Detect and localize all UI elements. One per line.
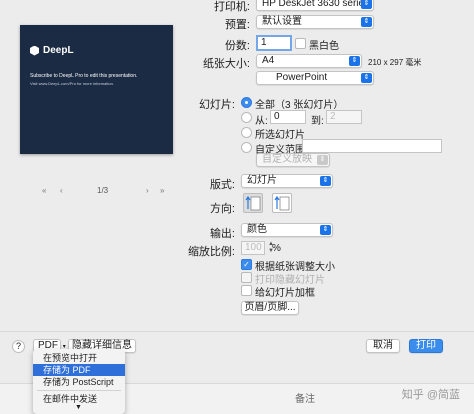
menu-item-save-pdf[interactable]: 存储为 PDF bbox=[33, 364, 125, 376]
chevron-updown-icon: ⇕ bbox=[317, 155, 328, 165]
chevron-updown-icon: ⇕ bbox=[361, 17, 372, 27]
slides-from-input[interactable]: 0 bbox=[270, 110, 306, 124]
slides-all-radio[interactable] bbox=[241, 97, 252, 108]
preview-line-2: Visit www.DeepL.com/Pro for more informa… bbox=[30, 81, 114, 86]
paper-select[interactable]: A4 ⇕ bbox=[256, 54, 362, 68]
first-page-icon[interactable]: « bbox=[42, 186, 46, 196]
slides-selected-label: 所选幻灯片 bbox=[255, 130, 305, 141]
watermark-text: 知乎 @简蓝 bbox=[401, 389, 460, 401]
slides-from-radio[interactable] bbox=[241, 112, 252, 123]
preset-label: 预置: bbox=[224, 19, 250, 31]
deepl-brand: DeepL bbox=[43, 45, 74, 56]
deepl-logo-icon bbox=[30, 45, 39, 56]
slides-custom-radio[interactable] bbox=[241, 142, 252, 153]
copies-label: 份数: bbox=[224, 40, 250, 52]
cancel-button[interactable]: 取消 bbox=[366, 339, 400, 353]
custom-show-value: 自定义放映 bbox=[262, 154, 312, 165]
layout-value: 幻灯片 bbox=[247, 175, 277, 186]
copies-input[interactable]: 1 bbox=[256, 35, 292, 51]
landscape-icon[interactable] bbox=[272, 193, 292, 213]
scale-label: 缩放比例: bbox=[187, 246, 235, 258]
bw-label: 黑白色 bbox=[309, 41, 339, 52]
paper-dims: 210 x 297 毫米 bbox=[368, 58, 422, 67]
output-value: 颜色 bbox=[247, 224, 267, 235]
slides-all-label: 全部（3 张幻灯片） bbox=[255, 100, 344, 111]
section-value: PowerPoint bbox=[276, 72, 328, 83]
menu-scroll-down-icon[interactable]: ▼ bbox=[75, 404, 82, 411]
paper-label: 纸张大小: bbox=[202, 58, 250, 70]
help-button[interactable]: ? bbox=[12, 340, 25, 353]
prev-page-icon[interactable]: ‹ bbox=[60, 186, 63, 196]
paper-value: A4 bbox=[262, 55, 275, 66]
printer-label: 打印机: bbox=[213, 1, 250, 13]
slides-label: 幻灯片: bbox=[198, 99, 235, 111]
chevron-updown-icon: ⇕ bbox=[349, 56, 360, 66]
header-footer-button[interactable]: 页眉/页脚... bbox=[241, 301, 299, 315]
next-page-icon[interactable]: › bbox=[146, 186, 149, 196]
last-page-icon[interactable]: » bbox=[160, 186, 164, 196]
preset-select[interactable]: 默认设置 ⇕ bbox=[256, 15, 374, 29]
scale-input[interactable]: 100 bbox=[241, 241, 265, 255]
printer-value: HP DeskJet 3630 series bbox=[262, 0, 370, 9]
layout-select[interactable]: 幻灯片 ⇕ bbox=[241, 174, 333, 188]
page-indicator: 1/3 bbox=[97, 186, 109, 195]
print-button[interactable]: 打印 bbox=[409, 339, 443, 353]
scale-unit: % bbox=[272, 243, 281, 254]
bw-checkbox[interactable] bbox=[295, 38, 306, 49]
slides-to-input[interactable]: 2 bbox=[326, 110, 362, 124]
slide-preview: DeepL Subscribe to DeepL Pro to edit thi… bbox=[20, 25, 173, 154]
slides-from-label: 从: bbox=[255, 116, 268, 127]
chevron-updown-icon: ⇕ bbox=[361, 0, 372, 9]
layout-label: 版式: bbox=[209, 179, 235, 191]
menu-separator bbox=[37, 390, 121, 391]
output-label: 输出: bbox=[209, 228, 235, 240]
custom-range-input[interactable] bbox=[302, 139, 442, 153]
section-select[interactable]: PowerPoint ⇕ bbox=[256, 71, 374, 85]
custom-show-select[interactable]: 自定义放映 ⇕ bbox=[256, 153, 330, 167]
menu-item-save-postscript[interactable]: 存储为 PostScript bbox=[33, 376, 125, 388]
footer-separator bbox=[0, 331, 474, 332]
chevron-updown-icon: ⇕ bbox=[320, 225, 331, 235]
deepl-logo: DeepL bbox=[30, 45, 74, 56]
preset-value: 默认设置 bbox=[262, 16, 302, 27]
print-hidden-checkbox[interactable] bbox=[241, 272, 252, 283]
chevron-updown-icon: ⇕ bbox=[361, 73, 372, 83]
chevron-updown-icon: ⇕ bbox=[320, 176, 331, 186]
notes-label[interactable]: 备注 bbox=[295, 390, 315, 405]
frame-checkbox[interactable] bbox=[241, 285, 252, 296]
pdf-dropdown-menu: 在预览中打开 存储为 PDF 存储为 PostScript 在邮件中发送 ▼ bbox=[33, 349, 125, 414]
printer-select[interactable]: HP DeskJet 3630 series ⇕ bbox=[256, 0, 374, 11]
orientation-label: 方向: bbox=[209, 203, 235, 215]
slides-to-label: 到: bbox=[311, 116, 324, 127]
frame-label: 给幻灯片加框 bbox=[255, 288, 315, 299]
slides-selected-radio[interactable] bbox=[241, 127, 252, 138]
menu-item-open-preview[interactable]: 在预览中打开 bbox=[33, 352, 125, 364]
portrait-icon[interactable] bbox=[243, 193, 263, 213]
preview-line-1: Subscribe to DeepL Pro to edit this pres… bbox=[30, 73, 138, 79]
fit-paper-checkbox[interactable]: ✓ bbox=[241, 259, 252, 270]
output-select[interactable]: 颜色 ⇕ bbox=[241, 223, 333, 237]
print-dialog: DeepL Subscribe to DeepL Pro to edit thi… bbox=[0, 0, 474, 414]
